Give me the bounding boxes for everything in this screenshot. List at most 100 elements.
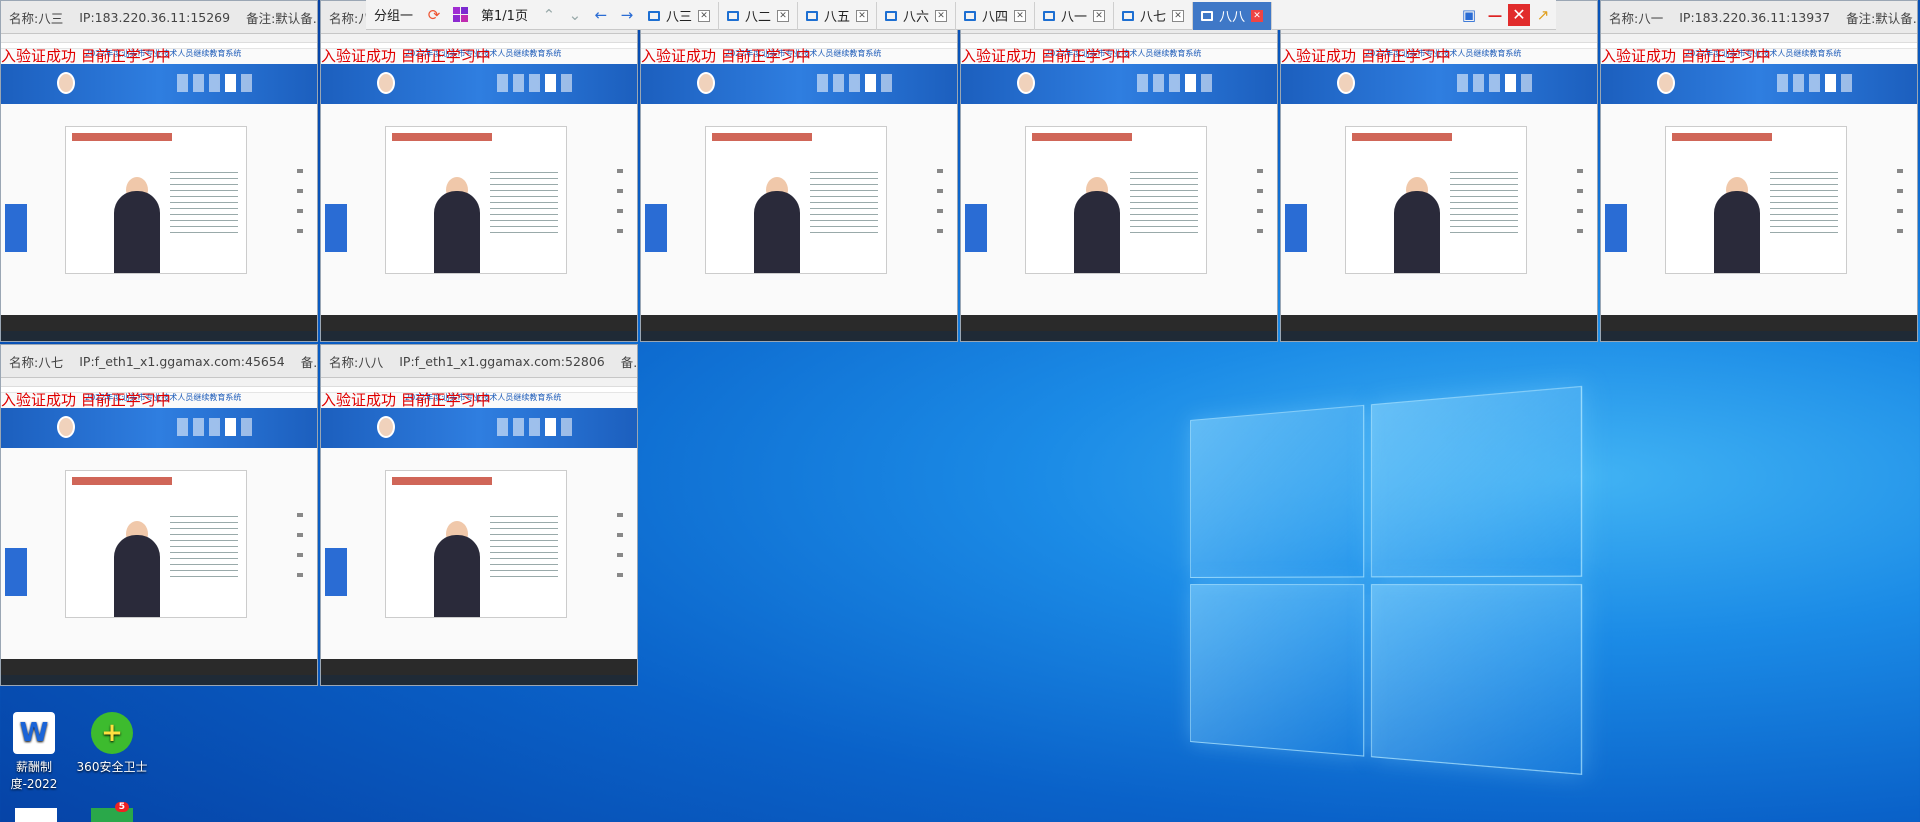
tab-close-icon[interactable]: ✕ bbox=[1014, 9, 1027, 22]
slide-title bbox=[1352, 133, 1452, 141]
remote-window-6[interactable]: 名称:八一 IP:183.220.36.11:13937 备注:默认备... 2022… bbox=[1600, 0, 1918, 342]
tab-label: 八三 bbox=[665, 10, 692, 25]
window-titlebar[interactable]: 名称:八三 IP:183.220.36.11:15269 备注:默认备... bbox=[1, 1, 317, 34]
lecture-video[interactable] bbox=[1665, 126, 1847, 274]
lecture-video[interactable] bbox=[1345, 126, 1527, 274]
remote-window-3[interactable]: 2022年度汕头市专业技术人员继续教育系统 入验证成功 目前正学习中 bbox=[640, 0, 958, 342]
status-overlay-text: 入验证成功 目前正学习中 bbox=[641, 47, 811, 65]
lecture-video[interactable] bbox=[65, 126, 247, 274]
group-label[interactable]: 分组一 bbox=[366, 5, 421, 24]
tab-2[interactable]: 八二 ✕ bbox=[719, 1, 798, 30]
presenter bbox=[434, 535, 480, 617]
arrow-right-icon[interactable]: → bbox=[617, 5, 637, 25]
video-controls[interactable] bbox=[1, 659, 317, 675]
window-titlebar[interactable]: 名称:八七 IP:f_eth1_x1.ggamax.com:45654 备... bbox=[1, 345, 317, 378]
monitor-icon bbox=[1122, 10, 1135, 21]
monitor-icon bbox=[1043, 10, 1056, 21]
grid-view-icon[interactable] bbox=[450, 5, 470, 25]
qr-code bbox=[325, 204, 347, 252]
qr-code bbox=[1285, 204, 1307, 252]
window-ip: IP:183.220.36.11:13937 bbox=[1679, 9, 1831, 25]
browser-tabbar bbox=[1601, 34, 1917, 43]
desktop-icon-file[interactable] bbox=[0, 808, 76, 822]
remote-screen[interactable]: 2022年度汕头市专业技术人员继续教育系统 入验证成功 目前正学习中 bbox=[1, 378, 317, 685]
remote-taskbar bbox=[1601, 331, 1917, 341]
tab-close-icon[interactable]: ✕ bbox=[776, 9, 789, 22]
window-titlebar[interactable]: 名称:八一 IP:183.220.36.11:13937 备注:默认备... bbox=[1601, 1, 1917, 34]
tab-label: 八八 bbox=[1219, 10, 1246, 25]
360-security-icon: + bbox=[91, 712, 133, 754]
video-controls[interactable] bbox=[321, 659, 637, 675]
remote-window-1[interactable]: 名称:八三 IP:183.220.36.11:15269 备注:默认备... 2022… bbox=[0, 0, 318, 342]
tab-1[interactable]: 八三 ✕ bbox=[640, 1, 719, 30]
tab-8[interactable]: 八八 ✕ bbox=[1193, 1, 1273, 30]
page-down-icon[interactable]: ⌄ bbox=[565, 5, 585, 25]
remote-window-2[interactable]: 名称:八二 2022年度汕头市专业技术人员继续教育系统 入验证成功 目前正学习中 bbox=[320, 0, 638, 342]
tab-5[interactable]: 八四 ✕ bbox=[956, 1, 1036, 30]
monitor-icon bbox=[885, 10, 897, 21]
lecture-video[interactable] bbox=[1025, 126, 1207, 274]
page-up-icon[interactable]: ⌃ bbox=[539, 5, 559, 25]
site-nav bbox=[497, 74, 572, 92]
remote-window-7[interactable]: 名称:八七 IP:f_eth1_x1.ggamax.com:45654 备... 20… bbox=[0, 344, 318, 686]
site-banner bbox=[321, 408, 637, 448]
video-controls[interactable] bbox=[641, 315, 957, 331]
video-controls[interactable] bbox=[1281, 315, 1597, 331]
close-panel-button[interactable]: ✕ bbox=[1508, 3, 1530, 26]
arrow-left-icon[interactable]: ← bbox=[591, 5, 611, 25]
tab-4[interactable]: 八六 ✕ bbox=[877, 1, 957, 30]
page-indicator: 第1/1页 bbox=[481, 9, 528, 24]
lecture-video[interactable] bbox=[705, 126, 887, 274]
window-note: 备... bbox=[620, 354, 637, 370]
tab-6[interactable]: 八一 ✕ bbox=[1035, 1, 1115, 30]
tab-7[interactable]: 八七 ✕ bbox=[1114, 1, 1194, 30]
desktop-icon-wps-doc[interactable]: W 薪酬制度-2022 bbox=[0, 712, 74, 792]
lecture-video[interactable] bbox=[65, 470, 247, 618]
minimize-icon[interactable]: ‒ bbox=[1485, 1, 1505, 29]
site-nav bbox=[1777, 74, 1852, 92]
video-controls[interactable] bbox=[961, 315, 1277, 331]
remote-taskbar bbox=[321, 331, 637, 341]
slide-text bbox=[490, 511, 558, 581]
remote-window-5[interactable]: 2022年度汕头市专业技术人员继续教育系统 入验证成功 目前正学习中 bbox=[1280, 0, 1598, 342]
desktop-icon-360-security[interactable]: + 360安全卫士 bbox=[72, 712, 152, 775]
browser-tabbar bbox=[1281, 34, 1597, 43]
window-titlebar[interactable]: 名称:八八 IP:f_eth1_x1.ggamax.com:52806 备... bbox=[321, 345, 637, 378]
site-banner bbox=[641, 64, 957, 104]
remote-screen[interactable]: 2022年度汕头市专业技术人员继续教育系统 入验证成功 目前正学习中 bbox=[1601, 34, 1917, 341]
pin-icon[interactable]: ↗ bbox=[1533, 5, 1553, 25]
browser-tabbar bbox=[641, 34, 957, 43]
lecture-video[interactable] bbox=[385, 470, 567, 618]
tab-close-icon[interactable]: ✕ bbox=[935, 9, 948, 22]
remote-window-4[interactable]: 2022年度汕头市专业技术人员继续教育系统 入验证成功 目前正学习中 bbox=[960, 0, 1278, 342]
remote-screen[interactable]: 2022年度汕头市专业技术人员继续教育系统 入验证成功 目前正学习中 bbox=[321, 34, 637, 341]
remote-screen[interactable]: 2022年度汕头市专业技术人员继续教育系统 入验证成功 目前正学习中 bbox=[961, 34, 1277, 341]
monitor-icon bbox=[964, 10, 977, 21]
user-avatar bbox=[57, 72, 75, 94]
remote-screen[interactable]: 2022年度汕头市专业技术人员继续教育系统 入验证成功 目前正学习中 bbox=[1281, 34, 1597, 341]
remote-screen[interactable]: 2022年度汕头市专业技术人员继续教育系统 入验证成功 目前正学习中 bbox=[321, 378, 637, 685]
tab-close-icon[interactable]: ✕ bbox=[856, 9, 868, 22]
video-controls[interactable] bbox=[1601, 315, 1917, 331]
remote-screen[interactable]: 2022年度汕头市专业技术人员继续教育系统 入验证成功 目前正学习中 bbox=[1, 34, 317, 341]
presenter bbox=[754, 191, 800, 273]
lecture-video[interactable] bbox=[385, 126, 567, 274]
status-overlay-text: 入验证成功 目前正学习中 bbox=[321, 391, 491, 409]
user-avatar bbox=[1017, 72, 1035, 94]
site-banner bbox=[321, 64, 637, 104]
remote-window-8[interactable]: 名称:八八 IP:f_eth1_x1.ggamax.com:52806 备... 20… bbox=[320, 344, 638, 686]
tab-close-icon[interactable]: ✕ bbox=[1251, 9, 1264, 22]
slide-text bbox=[1770, 167, 1838, 237]
tab-close-icon[interactable]: ✕ bbox=[1093, 9, 1106, 22]
tab-close-icon[interactable]: ✕ bbox=[697, 9, 710, 22]
tab-close-icon[interactable]: ✕ bbox=[1172, 9, 1185, 22]
screen-settings-icon[interactable]: ▣ bbox=[1459, 5, 1479, 25]
desktop-icon-green-app[interactable]: 5 bbox=[72, 802, 152, 822]
qr-code bbox=[1605, 204, 1627, 252]
remote-screen[interactable]: 2022年度汕头市专业技术人员继续教育系统 入验证成功 目前正学习中 bbox=[641, 34, 957, 341]
refresh-icon[interactable]: ⟳ bbox=[424, 5, 444, 25]
tab-3[interactable]: 八五 ✕ bbox=[798, 1, 877, 30]
video-controls[interactable] bbox=[321, 315, 637, 331]
side-tools bbox=[617, 169, 623, 239]
video-controls[interactable] bbox=[1, 315, 317, 331]
